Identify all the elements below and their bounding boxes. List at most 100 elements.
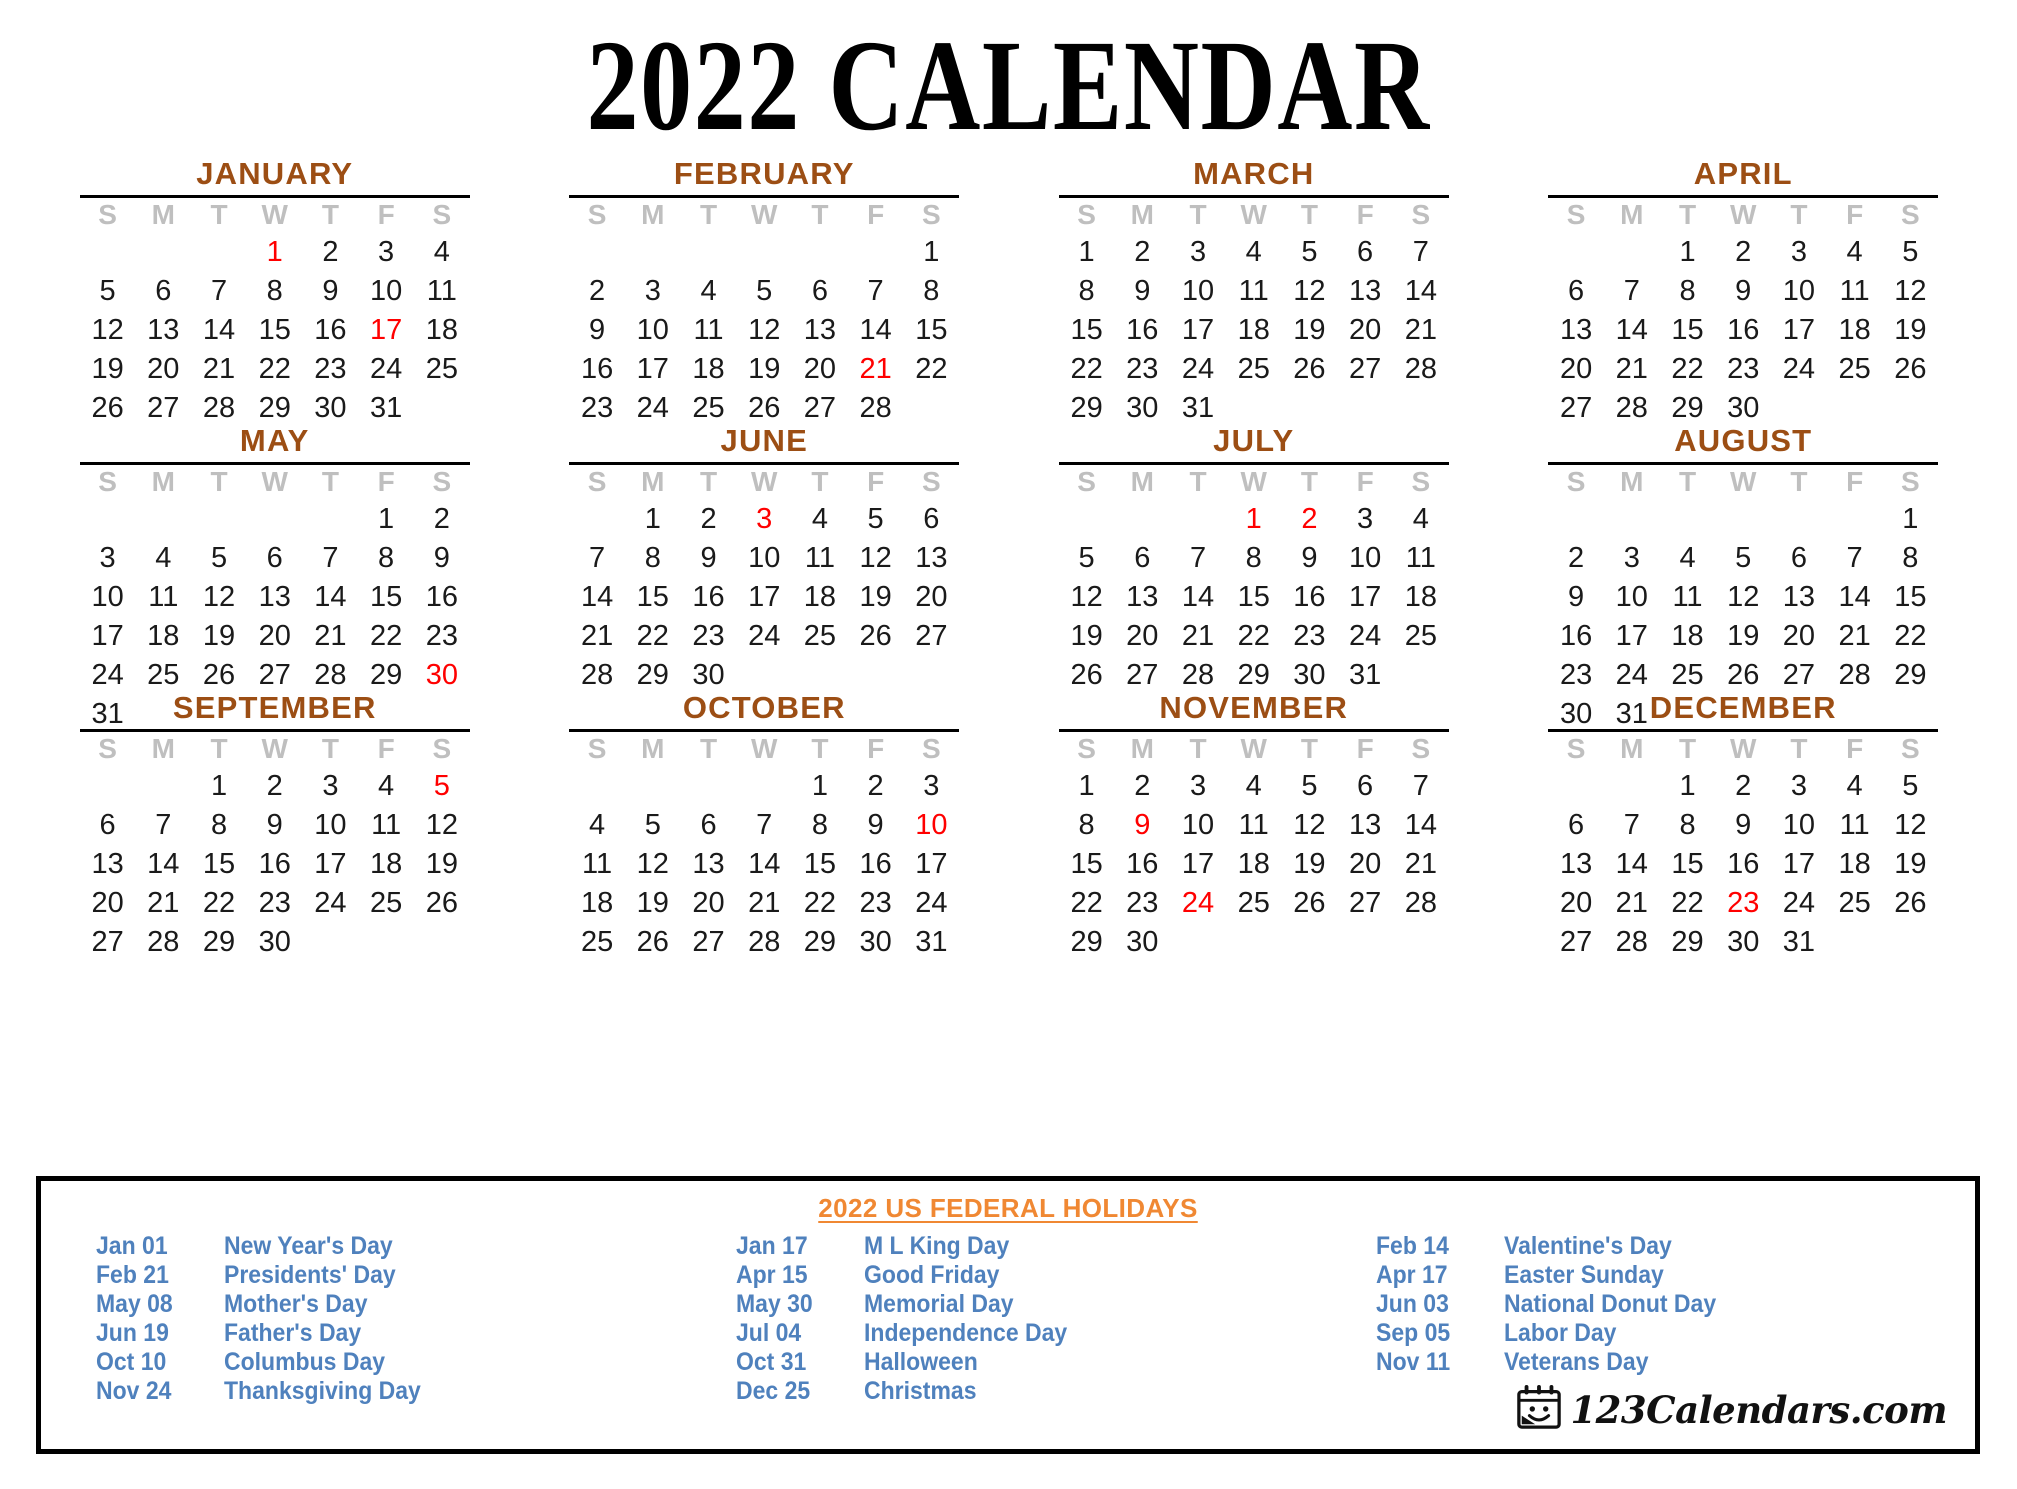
- day-cell[interactable]: 13: [1114, 578, 1170, 617]
- day-cell[interactable]: 21: [569, 617, 625, 656]
- day-cell[interactable]: 15: [792, 845, 848, 884]
- day-cell[interactable]: 16: [1282, 578, 1338, 617]
- day-cell[interactable]: 1: [903, 233, 959, 272]
- day-cell[interactable]: 14: [191, 311, 247, 350]
- day-cell[interactable]: 22: [247, 350, 303, 389]
- day-cell[interactable]: 1: [358, 500, 414, 539]
- day-cell[interactable]: 23: [1114, 350, 1170, 389]
- day-cell[interactable]: 20: [1548, 350, 1604, 389]
- day-cell[interactable]: 20: [1337, 311, 1393, 350]
- day-cell[interactable]: 16: [1114, 845, 1170, 884]
- day-cell[interactable]: 12: [191, 578, 247, 617]
- day-cell[interactable]: 28: [1604, 923, 1660, 962]
- day-cell[interactable]: 3: [303, 767, 359, 806]
- day-cell[interactable]: 19: [1059, 617, 1115, 656]
- day-cell[interactable]: 19: [625, 884, 681, 923]
- day-cell[interactable]: 20: [681, 884, 737, 923]
- day-cell[interactable]: 8: [191, 806, 247, 845]
- day-cell[interactable]: 25: [358, 884, 414, 923]
- day-cell[interactable]: 20: [247, 617, 303, 656]
- day-cell[interactable]: 5: [80, 272, 136, 311]
- day-cell[interactable]: 12: [736, 311, 792, 350]
- day-cell[interactable]: 4: [681, 272, 737, 311]
- day-cell[interactable]: 29: [625, 656, 681, 695]
- holiday-day-cell[interactable]: 21: [848, 350, 904, 389]
- day-cell[interactable]: 21: [736, 884, 792, 923]
- day-cell[interactable]: 22: [625, 617, 681, 656]
- day-cell[interactable]: 6: [1548, 272, 1604, 311]
- day-cell[interactable]: 11: [792, 539, 848, 578]
- day-cell[interactable]: 21: [303, 617, 359, 656]
- day-cell[interactable]: 30: [1715, 923, 1771, 962]
- day-cell[interactable]: 3: [903, 767, 959, 806]
- holiday-day-cell[interactable]: 2: [1282, 500, 1338, 539]
- day-cell[interactable]: 21: [1604, 884, 1660, 923]
- day-cell[interactable]: 27: [1548, 389, 1604, 428]
- day-cell[interactable]: 20: [1771, 617, 1827, 656]
- day-cell[interactable]: 3: [1604, 539, 1660, 578]
- day-cell[interactable]: 15: [1059, 845, 1115, 884]
- holiday-day-cell[interactable]: 3: [736, 500, 792, 539]
- day-cell[interactable]: 27: [903, 617, 959, 656]
- day-cell[interactable]: 1: [1660, 767, 1716, 806]
- day-cell[interactable]: 7: [1604, 272, 1660, 311]
- day-cell[interactable]: 14: [1393, 806, 1449, 845]
- day-cell[interactable]: 31: [358, 389, 414, 428]
- day-cell[interactable]: 19: [848, 578, 904, 617]
- day-cell[interactable]: 18: [1226, 845, 1282, 884]
- day-cell[interactable]: 4: [358, 767, 414, 806]
- day-cell[interactable]: 14: [1170, 578, 1226, 617]
- day-cell[interactable]: 31: [903, 923, 959, 962]
- day-cell[interactable]: 5: [1882, 767, 1938, 806]
- day-cell[interactable]: 6: [1114, 539, 1170, 578]
- day-cell[interactable]: 13: [681, 845, 737, 884]
- day-cell[interactable]: 22: [1059, 884, 1115, 923]
- day-cell[interactable]: 12: [1059, 578, 1115, 617]
- day-cell[interactable]: 12: [1882, 272, 1938, 311]
- day-cell[interactable]: 23: [1282, 617, 1338, 656]
- day-cell[interactable]: 18: [792, 578, 848, 617]
- day-cell[interactable]: 16: [1114, 311, 1170, 350]
- day-cell[interactable]: 27: [135, 389, 191, 428]
- day-cell[interactable]: 16: [1715, 845, 1771, 884]
- day-cell[interactable]: 4: [1226, 767, 1282, 806]
- day-cell[interactable]: 4: [135, 539, 191, 578]
- day-cell[interactable]: 4: [1827, 233, 1883, 272]
- day-cell[interactable]: 16: [569, 350, 625, 389]
- day-cell[interactable]: 19: [1282, 311, 1338, 350]
- day-cell[interactable]: 7: [1393, 233, 1449, 272]
- day-cell[interactable]: 16: [1548, 617, 1604, 656]
- day-cell[interactable]: 22: [1882, 617, 1938, 656]
- day-cell[interactable]: 17: [303, 845, 359, 884]
- day-cell[interactable]: 22: [903, 350, 959, 389]
- day-cell[interactable]: 12: [848, 539, 904, 578]
- day-cell[interactable]: 2: [1114, 233, 1170, 272]
- day-cell[interactable]: 11: [1660, 578, 1716, 617]
- day-cell[interactable]: 24: [1771, 350, 1827, 389]
- day-cell[interactable]: 26: [848, 617, 904, 656]
- day-cell[interactable]: 27: [80, 923, 136, 962]
- day-cell[interactable]: 2: [569, 272, 625, 311]
- day-cell[interactable]: 28: [135, 923, 191, 962]
- day-cell[interactable]: 27: [681, 923, 737, 962]
- day-cell[interactable]: 11: [1393, 539, 1449, 578]
- day-cell[interactable]: 22: [792, 884, 848, 923]
- day-cell[interactable]: 26: [1282, 884, 1338, 923]
- day-cell[interactable]: 17: [1170, 845, 1226, 884]
- day-cell[interactable]: 13: [1548, 311, 1604, 350]
- day-cell[interactable]: 22: [1660, 350, 1716, 389]
- day-cell[interactable]: 5: [1282, 233, 1338, 272]
- day-cell[interactable]: 6: [1548, 806, 1604, 845]
- day-cell[interactable]: 29: [191, 923, 247, 962]
- day-cell[interactable]: 16: [303, 311, 359, 350]
- day-cell[interactable]: 19: [1882, 845, 1938, 884]
- day-cell[interactable]: 3: [1771, 767, 1827, 806]
- day-cell[interactable]: 28: [1604, 389, 1660, 428]
- day-cell[interactable]: 2: [1715, 767, 1771, 806]
- day-cell[interactable]: 7: [135, 806, 191, 845]
- day-cell[interactable]: 18: [1660, 617, 1716, 656]
- day-cell[interactable]: 9: [681, 539, 737, 578]
- day-cell[interactable]: 26: [1882, 884, 1938, 923]
- day-cell[interactable]: 6: [135, 272, 191, 311]
- day-cell[interactable]: 12: [1282, 272, 1338, 311]
